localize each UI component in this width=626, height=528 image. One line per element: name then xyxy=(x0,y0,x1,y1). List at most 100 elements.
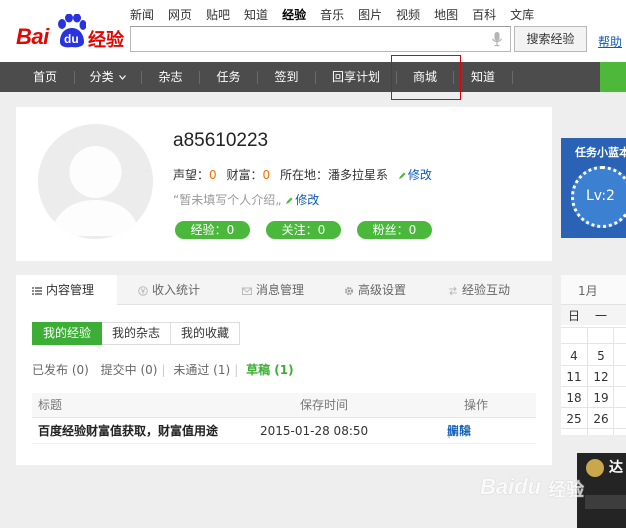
nav-signin[interactable]: 签到 xyxy=(258,62,315,92)
sub-tabs: 我的经验 我的杂志 我的收藏 xyxy=(32,322,241,345)
tab-advanced-settings[interactable]: 高级设置 xyxy=(344,275,406,305)
table-header: 标题 保存时间 操作 xyxy=(32,393,536,418)
status-filters: 已发布 (0) 提交中 (0) | 未通过 (1) | 草稿 (1) xyxy=(32,361,294,378)
filter-submitting[interactable]: 提交中 (0) xyxy=(101,363,158,377)
calendar-day[interactable]: 5 xyxy=(588,349,614,363)
profile-intro: “暂未填写个人介绍„ 修改 xyxy=(173,191,319,208)
link-baike[interactable]: 百科 xyxy=(472,6,496,23)
content-panel: 内容管理 收入统计 消息管理 高级设置 经验互动 我的经验 我的杂志 我的收藏 … xyxy=(16,275,552,465)
col-save-time: 保存时间 xyxy=(300,398,349,412)
logo-du-text: du xyxy=(64,32,79,46)
content-tabs: 内容管理 收入统计 消息管理 高级设置 经验互动 xyxy=(16,275,552,306)
chevron-down-icon xyxy=(119,75,127,80)
calendar-day[interactable]: 4 xyxy=(561,349,587,363)
grid-line xyxy=(561,386,626,387)
link-web[interactable]: 网页 xyxy=(168,6,192,23)
microphone-icon[interactable] xyxy=(492,32,502,47)
calendar-day[interactable]: 26 xyxy=(588,412,614,426)
top-header: Bai du 经验 新闻 网页 贴吧 知道 经验 音乐 图片 视频 地图 百科 … xyxy=(0,0,626,62)
col-title: 标题 xyxy=(38,398,63,412)
subtab-my-favorites[interactable]: 我的收藏 xyxy=(171,322,241,345)
calendar-day[interactable]: 19 xyxy=(588,391,614,405)
link-video[interactable]: 视频 xyxy=(396,6,420,23)
subtab-my-experience[interactable]: 我的经验 xyxy=(32,322,103,345)
grid-line xyxy=(561,343,626,344)
help-link[interactable]: 帮助 xyxy=(598,33,622,50)
profile-meta: 声望：0 财富：0 所在地：潘多拉星系 修改 xyxy=(173,166,432,183)
link-images[interactable]: 图片 xyxy=(358,6,382,23)
fans-pill[interactable]: 粉丝：0 xyxy=(357,221,432,239)
link-wenku[interactable]: 文库 xyxy=(510,6,534,23)
gear-icon xyxy=(345,286,353,295)
nav-category-label: 分类 xyxy=(89,70,114,84)
arrows-icon xyxy=(449,286,457,295)
row-title[interactable]: 百度经验财富值获取，财富值用途 xyxy=(38,419,218,444)
nav-green-button[interactable] xyxy=(600,62,626,92)
nav-magazine[interactable]: 杂志 xyxy=(142,62,199,92)
calendar-day[interactable]: 25 xyxy=(561,412,587,426)
tab-content-manage[interactable]: 内容管理 xyxy=(16,275,117,306)
quote-close-icon: „ xyxy=(275,193,282,207)
grid-line xyxy=(561,327,626,328)
envelope-icon xyxy=(242,287,252,295)
wealth-value: 0 xyxy=(262,168,271,182)
link-map[interactable]: 地图 xyxy=(434,6,458,23)
grid-line xyxy=(561,428,626,429)
task-badge-title: 任务小蓝本 xyxy=(575,146,626,159)
nav-tasks[interactable]: 任务 xyxy=(200,62,257,92)
calendar-day[interactable]: 12 xyxy=(588,370,614,384)
profile-card: a85610223 声望：0 财富：0 所在地：潘多拉星系 修改 “暂未填写个人… xyxy=(16,107,552,261)
calendar-day[interactable]: 11 xyxy=(561,370,587,384)
logo-bai-text: Bai xyxy=(16,24,49,49)
calendar-weekdays: 日 一 xyxy=(561,305,626,325)
task-badge[interactable]: 任务小蓝本 Lv:2 xyxy=(561,138,626,238)
promo-text: 达 xyxy=(609,460,623,476)
link-music[interactable]: 音乐 xyxy=(320,6,344,23)
wealth-label: 财富： xyxy=(226,168,263,182)
username: a85610223 xyxy=(173,130,269,151)
link-tieba[interactable]: 贴吧 xyxy=(206,6,230,23)
pencil-icon xyxy=(286,197,293,204)
default-avatar-icon xyxy=(38,124,153,239)
edit-location-link[interactable]: 修改 xyxy=(408,168,432,182)
calendar-day[interactable]: 18 xyxy=(561,391,587,405)
nav-divider xyxy=(512,71,513,84)
watermark-logo: Baidu 经验 xyxy=(478,466,598,504)
reputation-label: 声望： xyxy=(173,168,210,182)
nav-home[interactable]: 首页 xyxy=(16,62,74,92)
search-input[interactable] xyxy=(130,26,511,52)
calendar-month[interactable]: 1月 xyxy=(561,275,626,305)
filter-rejected[interactable]: 未通过 (1) xyxy=(173,363,230,377)
table-row: 百度经验财富值获取，财富值用途 2015-01-28 08:50 编辑 | 删除 xyxy=(32,419,536,444)
tab-messages[interactable]: 消息管理 xyxy=(242,275,304,305)
nav-share-plan[interactable]: 回享计划 xyxy=(316,62,396,92)
weekday: 一 xyxy=(594,309,607,323)
stats-pills: 经验：0 关注：0 粉丝：0 xyxy=(175,221,448,239)
tab-label: 消息管理 xyxy=(256,283,305,297)
filter-drafts[interactable]: 草稿 (1) xyxy=(246,363,294,377)
baidu-logo[interactable]: Bai du 经验 xyxy=(16,14,124,51)
edit-intro-link[interactable]: 修改 xyxy=(295,193,319,207)
product-links: 新闻 网页 贴吧 知道 经验 音乐 图片 视频 地图 百科 文库 xyxy=(130,6,548,23)
grid-line xyxy=(561,365,626,366)
link-zhidao[interactable]: 知道 xyxy=(244,6,268,23)
subtab-my-magazine[interactable]: 我的杂志 xyxy=(102,322,172,345)
main-nav: 首页 分类 杂志 任务 签到 回享计划 商城 知道 xyxy=(0,62,626,92)
experience-pill[interactable]: 经验：0 xyxy=(175,221,250,239)
avatar[interactable] xyxy=(38,124,153,239)
filter-published[interactable]: 已发布 (0) xyxy=(32,363,89,377)
following-pill[interactable]: 关注：0 xyxy=(266,221,341,239)
row-time: 2015-01-28 08:50 xyxy=(260,424,369,438)
grid-line xyxy=(561,407,626,408)
link-jingyan[interactable]: 经验 xyxy=(282,6,306,23)
search-button[interactable]: 搜索经验 xyxy=(514,26,587,52)
nav-zhidao[interactable]: 知道 xyxy=(454,62,512,92)
nav-category[interactable]: 分类 xyxy=(75,62,141,92)
delete-link[interactable]: 删除 xyxy=(447,419,471,444)
link-news[interactable]: 新闻 xyxy=(130,6,154,23)
tab-income-stats[interactable]: 收入统计 xyxy=(138,275,200,305)
tab-experience-interaction[interactable]: 经验互动 xyxy=(448,275,510,305)
calendar-widget: 1月 日 一 4 5 11 12 18 19 25 26 xyxy=(561,275,626,435)
tab-label: 收入统计 xyxy=(152,283,201,297)
month-label: 1月 xyxy=(578,284,598,298)
